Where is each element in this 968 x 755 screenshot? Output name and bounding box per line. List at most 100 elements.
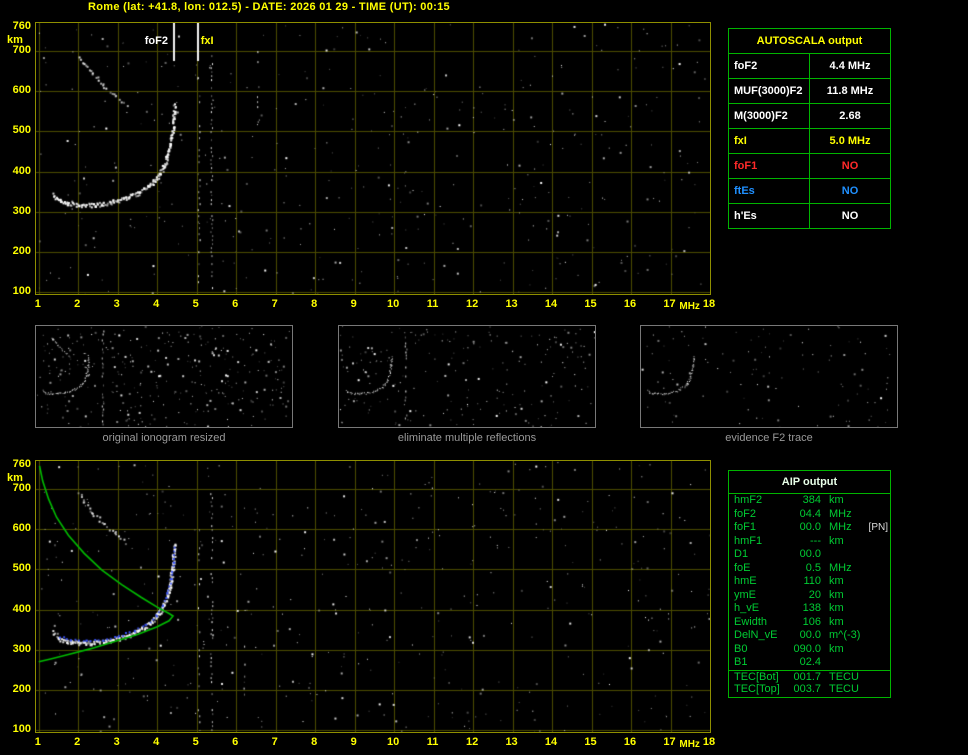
param-unit: km [829,602,844,614]
x-tick-label: 1 [34,298,41,310]
aip-row: foF2 04.4 MHz [729,508,890,522]
param-unit: MHz [829,521,852,533]
autoscala-table: AUTOSCALA output foF2 4.4 MHz MUF(3000)F2 1… [728,28,891,229]
ionogram-profile-canvas [36,461,710,732]
panel-original-caption: original ionogram resized [102,432,226,444]
x-tick-label: 14 [544,736,558,748]
aip-row: TEC[Bot] 001.7 TECU [729,669,890,685]
table-row: MUF(3000)F2 11.8 MHz [728,78,891,104]
param-value: NO [809,203,891,229]
param-label: foF2 [728,53,810,79]
table-row: foF2 4.4 MHz [728,53,891,79]
param-value: NO [809,153,891,179]
x-tick-label: 18 [702,298,716,310]
x-tick-label: 12 [465,736,479,748]
table-row: fxI 5.0 MHz [728,128,891,154]
param-value: 11.8 MHz [809,78,891,104]
y-tick-label: 100 [12,284,31,297]
aip-row: hmE 110 km [729,575,890,589]
param-value: 00.0 [799,629,821,641]
param-label: TEC[Bot] [734,670,779,683]
param-value: 110 [803,575,821,587]
param-label: DelN_vE [734,629,778,641]
x-tick-label: 12 [465,298,479,310]
param-label: foF1 [728,153,810,179]
panel-no-reflections-caption: eliminate multiple reflections [397,432,537,444]
station-header: Rome (lat: +41.8, lon: 012.5) - DATE: 20… [88,1,450,13]
param-unit: TECU [829,683,859,695]
param-label: TEC[Top] [734,683,780,695]
panel-f2-evidence [640,325,898,428]
aip-row: hmF1 --- km [729,535,890,549]
param-value: 04.4 [799,507,821,520]
table-row: M(3000)F2 2.68 [728,103,891,129]
param-note [865,643,890,657]
param-unit: TECU [829,670,859,683]
panel-f2-evidence-canvas [641,326,897,427]
param-value: 00.0 [799,548,821,560]
y-tick-label: 100 [12,722,31,735]
param-note [865,548,890,562]
param-label: D1 [734,548,749,560]
param-label: foF2 [734,507,757,520]
x-tick-label: 15 [584,298,597,310]
x-tick-label: 4 [153,736,160,748]
x-tick-label: 4 [153,298,160,310]
param-note [865,535,890,549]
x-tick-label: 13 [505,736,518,748]
ionogram-main-plot [35,22,711,295]
param-label: B0 [734,642,748,655]
param-value: NO [809,178,891,204]
y-tick-label: 500 [12,124,31,137]
x-tick-label: 10 [386,736,400,748]
param-value: 2.68 [809,103,891,129]
aip-row: hmF2 384 km [729,494,890,508]
param-unit: km [829,534,844,547]
param-unit [821,548,865,562]
param-label: B1 [734,656,748,668]
table-row: foF1 NO [728,153,891,179]
param-value: 001.7 [793,670,821,683]
x-tick-label: 17 [663,736,676,748]
param-value: 20 [808,588,821,601]
x-tick-label: 5 [192,298,199,310]
autoscala-screen: Rome (lat: +41.8, lon: 012.5) - DATE: 20… [0,0,968,755]
ionogram-main-canvas [36,23,710,294]
param-label: M(3000)F2 [728,103,810,129]
param-value: 003.7 [793,683,821,695]
aip-row: B0 090.0 km [729,643,890,657]
param-unit: km [829,615,844,628]
param-value: 0.5 [805,561,821,574]
x-tick-label: 9 [350,736,357,748]
param-label: hmF2 [734,494,763,506]
y-tick-label: 300 [12,204,31,217]
y-tick-label: 500 [12,562,31,575]
x-tick-label: 9 [350,298,357,310]
y-tick-label: 200 [12,244,31,257]
fof2-marker-label: foF2 [144,35,168,47]
x-tick-label: 16 [623,298,637,310]
fxi-marker-label: fxI [200,35,214,47]
x-tick-label: 7 [271,736,278,748]
param-value: 138 [802,602,821,614]
param-note [865,671,890,685]
y-tick-label: 760 [12,20,31,32]
panel-original-canvas [36,326,292,427]
param-value: 4.4 MHz [809,53,891,79]
param-label: MUF(3000)F2 [728,78,810,104]
x-tick-label: 16 [623,736,637,748]
param-unit: MHz [829,507,852,520]
param-value: 106 [802,615,821,628]
aip-table: AIP output hmF2 384 km foF2 04.4 MHz foF1 00.0 M… [728,470,891,698]
aip-row: B1 02.4 [729,656,890,670]
x-tick-label: 5 [192,736,199,748]
x-tick-label: 8 [311,298,318,310]
panel-f2-evidence-caption: evidence F2 trace [725,432,813,444]
panel-original-ionogram [35,325,293,428]
param-unit: m^(-3) [829,629,861,641]
x-tick-label: 10 [386,298,400,310]
x-tick-label: 3 [113,298,120,310]
param-note [865,575,890,589]
autoscala-table-title: AUTOSCALA output [728,28,891,54]
param-value: 090.0 [793,642,821,655]
